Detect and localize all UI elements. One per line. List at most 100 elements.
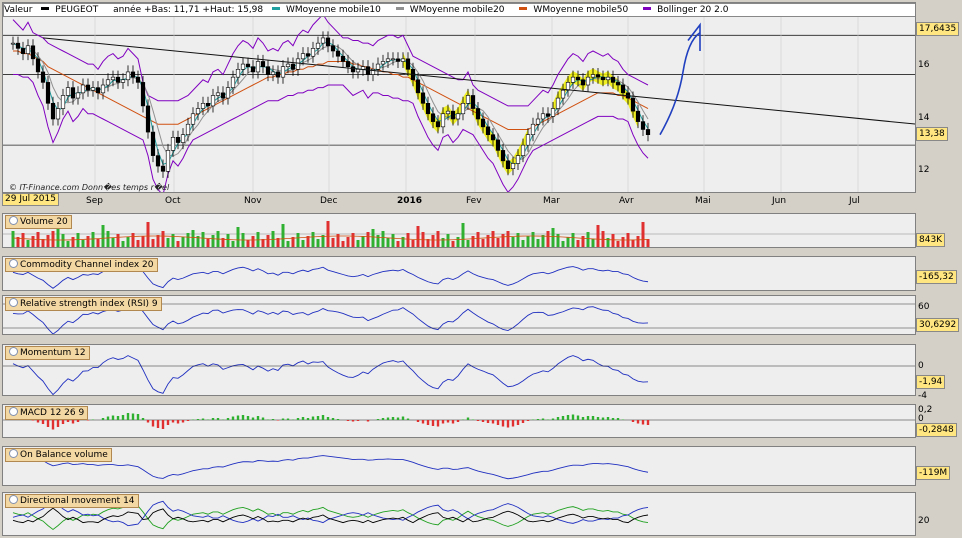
- candle-body: [390, 58, 396, 61]
- volume-bar: [436, 231, 440, 247]
- candle-body: [375, 63, 381, 70]
- rsi-tick: 60: [918, 302, 930, 312]
- macd-bar: [66, 420, 70, 422]
- price-chart[interactable]: [3, 3, 916, 193]
- candle-body: [445, 110, 451, 115]
- macd-bar: [296, 418, 300, 420]
- macd-bar: [471, 419, 475, 420]
- macd-bar: [276, 420, 280, 421]
- macd-bar: [476, 420, 480, 421]
- candle-body: [140, 82, 146, 107]
- candle-body: [185, 123, 191, 135]
- cci-panel[interactable]: Commodity Channel index 20: [2, 256, 916, 291]
- macd-bar: [366, 420, 370, 422]
- cci-label: Commodity Channel index 20: [5, 258, 158, 272]
- macd-panel[interactable]: MACD 12 26 9: [2, 404, 916, 438]
- volume-bar: [111, 238, 115, 247]
- candle-body: [415, 79, 421, 94]
- candle-body: [330, 45, 336, 52]
- candle-body: [250, 66, 256, 73]
- macd-label: MACD 12 26 9: [5, 406, 89, 420]
- volume-bar: [266, 235, 270, 247]
- volume-bar: [371, 229, 375, 247]
- candle-body: [40, 71, 46, 83]
- candle-body: [65, 87, 71, 96]
- bollinger-lower: [13, 74, 649, 192]
- credit-text: © IT-Finance.com Donn�es temps r�el: [9, 183, 170, 192]
- candle-body: [310, 48, 316, 57]
- candle-body: [520, 144, 526, 156]
- volume-bar: [561, 241, 565, 247]
- macd-bar: [191, 419, 195, 420]
- volume-bar: [541, 235, 545, 247]
- volume-bar: [151, 239, 155, 247]
- candle-body: [485, 126, 491, 135]
- macd-bar: [86, 420, 90, 421]
- macd-bar: [516, 420, 520, 425]
- obv-panel[interactable]: On Balance volume: [2, 446, 916, 486]
- candle-body: [430, 113, 436, 122]
- volume-bar: [381, 231, 385, 247]
- volume-bar: [41, 239, 45, 247]
- momentum-panel[interactable]: Momentum 12: [2, 344, 916, 396]
- volume-panel[interactable]: Volume 20: [2, 213, 916, 248]
- candle-body: [525, 134, 531, 146]
- volume-bar: [121, 241, 125, 247]
- candle-body: [480, 118, 486, 128]
- obv-label: On Balance volume: [5, 448, 112, 462]
- candle-body: [510, 163, 516, 169]
- dmi-panel[interactable]: Directional movement 14: [2, 492, 916, 536]
- momentum-tick-neg4: -4: [918, 391, 927, 401]
- macd-bar: [466, 417, 470, 420]
- volume-bar: [61, 234, 65, 247]
- candle-body: [105, 79, 111, 86]
- top-price-tag: 17,6435: [916, 22, 960, 36]
- volume-bar: [201, 232, 205, 247]
- volume-bar: [586, 232, 590, 247]
- macd-bar: [521, 420, 525, 423]
- candle-body: [335, 50, 341, 57]
- candle-body: [30, 45, 36, 60]
- macd-bar: [486, 420, 490, 423]
- month-label: Avr: [619, 196, 634, 206]
- price-panel[interactable]: Valeur PEUGEOT année +Bas: 11,71 +Haut: …: [2, 2, 916, 193]
- macd-bar: [586, 416, 590, 420]
- candle-body: [500, 150, 506, 162]
- candle-body: [575, 76, 581, 81]
- macd-bar: [251, 417, 255, 420]
- candle-body: [90, 87, 96, 91]
- macd-bar: [551, 418, 555, 420]
- macd-bar: [431, 420, 435, 426]
- volume-bar: [551, 228, 555, 247]
- macd-bar: [506, 420, 510, 428]
- volume-bar: [166, 238, 170, 247]
- macd-bar: [576, 415, 580, 420]
- gear-icon: [9, 407, 18, 416]
- volume-bar: [496, 238, 500, 247]
- macd-bar: [141, 418, 145, 420]
- candle-body: [545, 113, 551, 117]
- volume-bar: [186, 233, 190, 247]
- rsi-panel[interactable]: Relative strength index (RSI) 9: [2, 295, 916, 335]
- volume-bar: [506, 231, 510, 247]
- macd-bar: [321, 415, 325, 420]
- macd-bar: [31, 420, 35, 421]
- volume-bar: [406, 233, 410, 247]
- macd-bar: [461, 419, 465, 420]
- macd-bar: [336, 419, 340, 420]
- gear-icon: [9, 216, 18, 225]
- volume-bar: [546, 231, 550, 247]
- candle-body: [75, 92, 81, 99]
- volume-bar: [446, 234, 450, 247]
- candle-body: [580, 79, 586, 86]
- candle-body: [260, 61, 266, 67]
- candle-body: [385, 58, 391, 62]
- volume-bar: [326, 221, 330, 247]
- macd-bar: [261, 417, 265, 420]
- volume-bar: [81, 240, 85, 247]
- macd-bar: [351, 420, 355, 422]
- macd-bar: [621, 419, 625, 420]
- candle-body: [515, 155, 521, 164]
- candle-body: [15, 42, 21, 49]
- macd-bar: [91, 419, 95, 420]
